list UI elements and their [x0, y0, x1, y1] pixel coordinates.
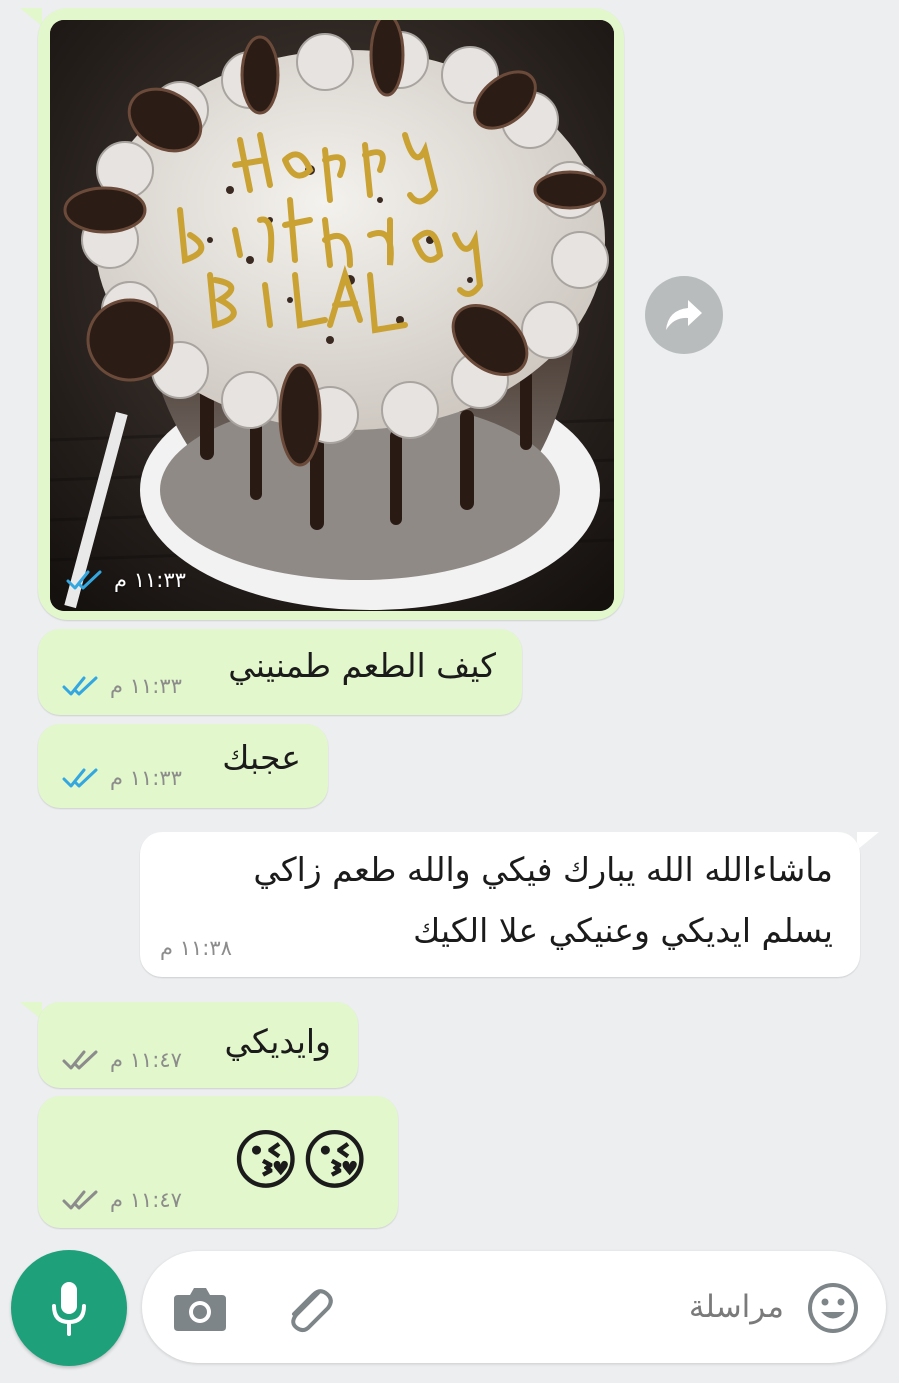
message-meta: ١١:٣٣ م [62, 674, 182, 698]
camera-button[interactable] [172, 1283, 228, 1333]
emoji-button[interactable] [806, 1281, 860, 1335]
message-text: وايديكي [224, 1022, 331, 1061]
message-meta: ١١:٣٣ م [62, 766, 182, 790]
emoji-message-text: 😘😘 [231, 1122, 369, 1199]
message-time: ١١:٣٨ م [160, 936, 232, 960]
read-ticks-icon [62, 675, 100, 697]
attach-button[interactable] [280, 1279, 338, 1337]
delivered-ticks-icon [62, 1189, 100, 1211]
camera-icon [174, 1288, 226, 1331]
message-text: عجبك [222, 738, 301, 777]
message-time: ١١:٤٧ م [110, 1188, 182, 1212]
message-time: ١١:٤٧ م [110, 1048, 182, 1072]
delivered-ticks-icon [62, 1049, 100, 1071]
message-text: كيف الطعم طمنيني [228, 646, 496, 685]
forward-button[interactable] [645, 276, 723, 354]
message-meta: ١١:٣٨ م [160, 936, 232, 960]
paperclip-icon [291, 1289, 333, 1333]
message-time: ١١:٣٣ م [114, 568, 186, 592]
message-time: ١١:٣٣ م [110, 674, 182, 698]
microphone-icon [52, 1282, 86, 1336]
microphone-button[interactable] [11, 1250, 127, 1366]
message-text-line-1: ماشاءالله الله يبارك فيكي والله طعم زاكي [253, 850, 833, 889]
smiley-icon [808, 1283, 858, 1333]
bubble-tail [20, 8, 42, 26]
message-input[interactable] [562, 1281, 786, 1333]
bubble-tail [857, 832, 879, 850]
cake-photo[interactable] [50, 20, 614, 611]
message-meta: ١١:٤٧ م [62, 1188, 182, 1212]
message-time: ١١:٣٣ م [110, 766, 182, 790]
message-input-bar [142, 1251, 886, 1363]
message-meta: ١١:٤٧ م [62, 1048, 182, 1072]
read-ticks-icon [66, 569, 104, 591]
image-message-meta: ١١:٣٣ م [66, 568, 186, 592]
forward-icon [666, 300, 702, 330]
message-text-line-2: يسلم ايديكي وعنيكي علا الكيك [413, 911, 833, 950]
cake-photo-image [50, 20, 614, 611]
read-ticks-icon [62, 767, 100, 789]
